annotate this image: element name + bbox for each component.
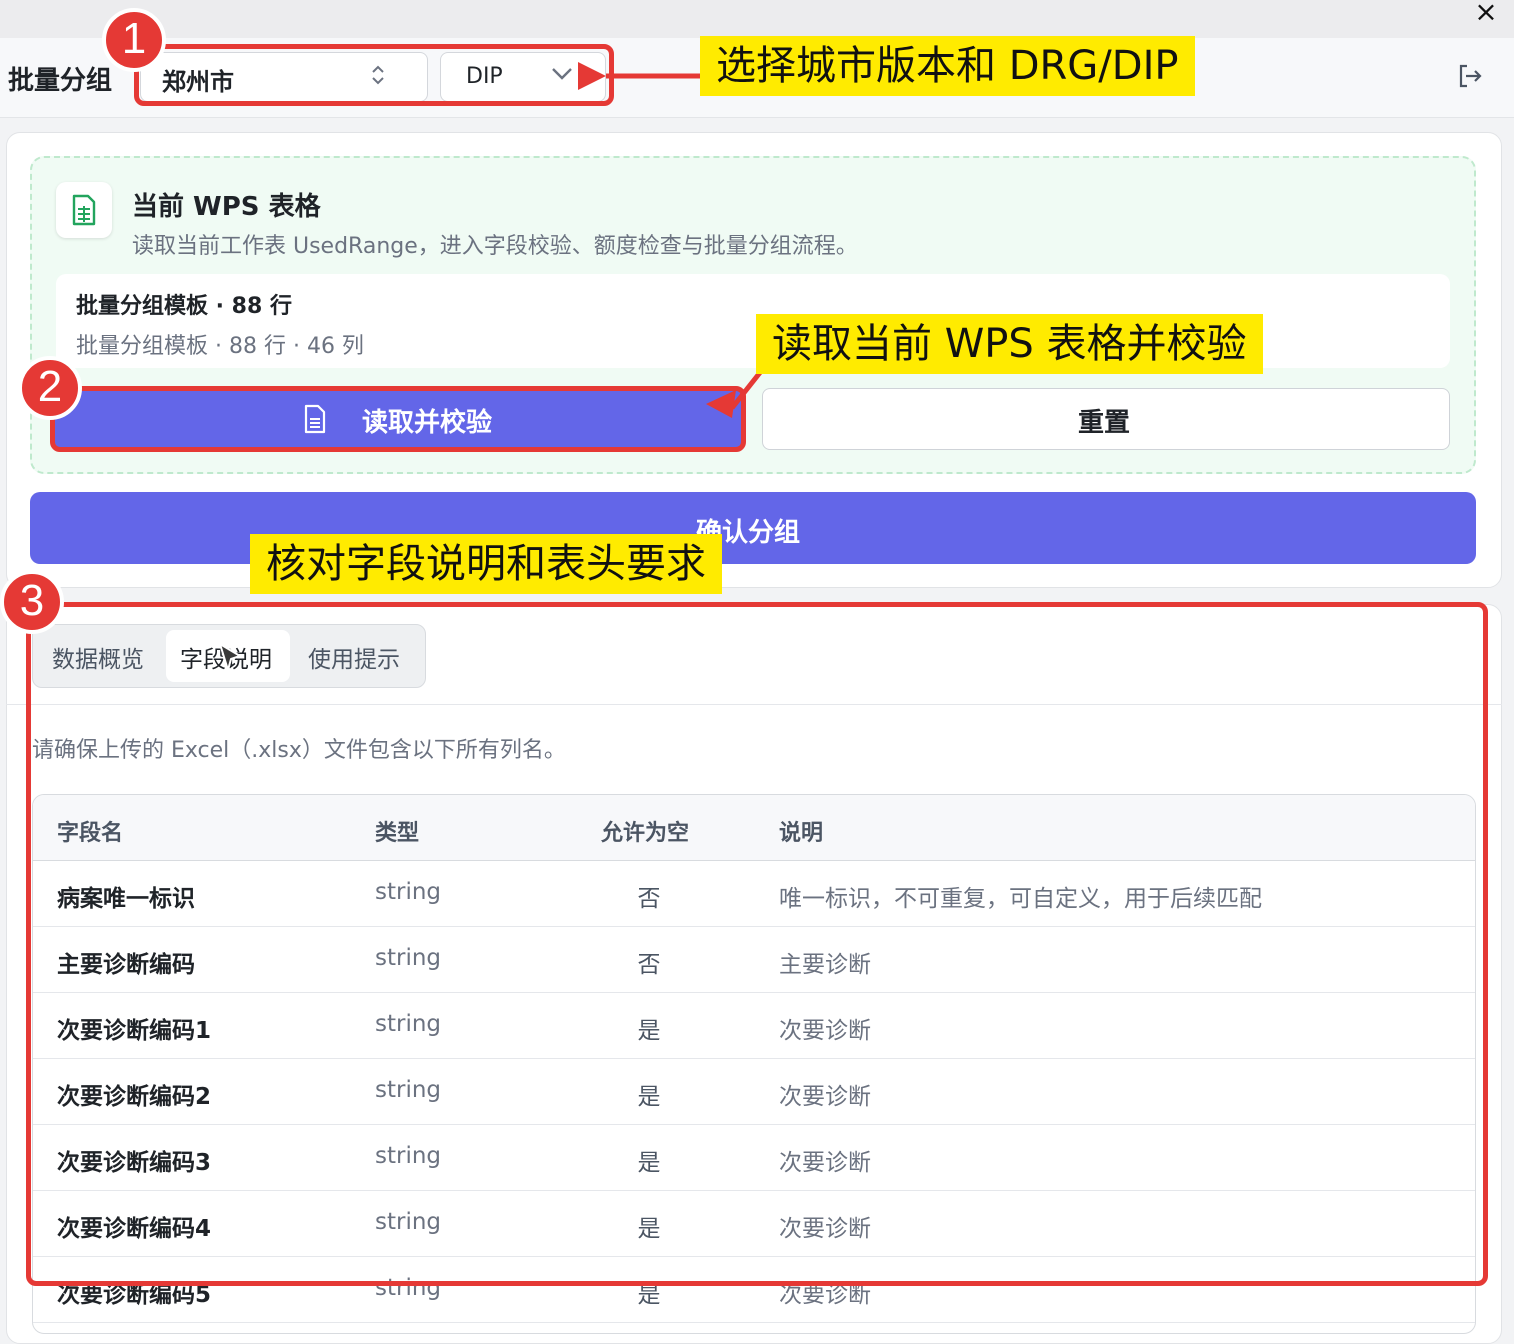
- annotation-callout-3: 核对字段说明和表头要求: [250, 534, 722, 594]
- annotation-callout-1: 选择城市版本和 DRG/DIP: [700, 36, 1195, 96]
- annotation-badge-2: 2: [18, 356, 82, 420]
- annotation-callout-2: 读取当前 WPS 表格并校验: [756, 314, 1263, 374]
- annotation-badge-3: 3: [0, 570, 64, 634]
- annotation-badge-1: 1: [102, 8, 166, 72]
- annotation-arrows: [578, 62, 764, 418]
